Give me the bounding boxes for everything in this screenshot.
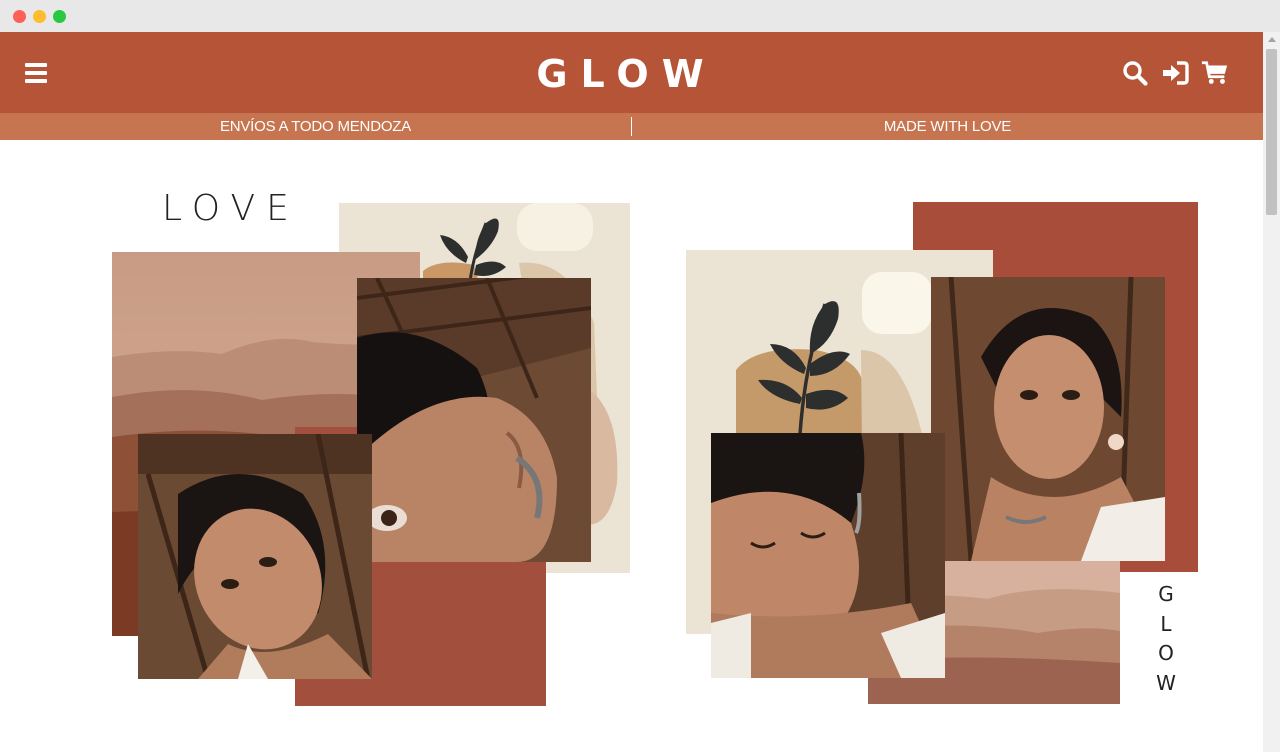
minimize-window-button[interactable] xyxy=(33,10,46,23)
promo-bar: ENVÍOS A TODO MENDOZA MADE WITH LOVE xyxy=(0,113,1263,140)
portrait-photo-eyes-closed xyxy=(711,433,945,678)
glow-letter-o: O xyxy=(1158,641,1174,665)
portrait-photo-tilted xyxy=(138,434,372,679)
browser-chrome xyxy=(0,0,1280,32)
close-window-button[interactable] xyxy=(13,10,26,23)
glow-letter-l: L xyxy=(1160,611,1172,636)
sign-in-icon[interactable] xyxy=(1161,59,1189,87)
page-viewport: GLOW ENVÍOS A TODO MENDOZA MADE WITH LOV… xyxy=(0,32,1263,752)
glow-vertical-text: G L O W xyxy=(1153,580,1179,698)
maximize-window-button[interactable] xyxy=(53,10,66,23)
hamburger-menu-icon[interactable] xyxy=(25,63,47,83)
portrait-photo-closeup xyxy=(357,278,591,562)
cart-icon[interactable] xyxy=(1201,59,1229,87)
promo-shipping: ENVÍOS A TODO MENDOZA xyxy=(219,118,412,135)
scrollbar-thumb[interactable] xyxy=(1266,49,1277,215)
leaf-icon-right xyxy=(758,301,850,434)
leaf-icon xyxy=(440,218,506,282)
love-heading: LOVE xyxy=(162,188,300,229)
site-header: GLOW xyxy=(0,32,1263,113)
portrait-photo-right xyxy=(931,277,1165,561)
search-icon[interactable] xyxy=(1121,59,1149,87)
vertical-scrollbar[interactable] xyxy=(1263,32,1280,752)
glow-letter-w: W xyxy=(1156,670,1176,695)
header-actions xyxy=(1121,59,1229,87)
glow-letter-g: G xyxy=(1158,582,1174,606)
promo-love: MADE WITH LOVE xyxy=(883,118,1012,135)
site-logo[interactable]: GLOW xyxy=(520,50,720,98)
scroll-up-arrow-icon[interactable] xyxy=(1268,37,1276,42)
